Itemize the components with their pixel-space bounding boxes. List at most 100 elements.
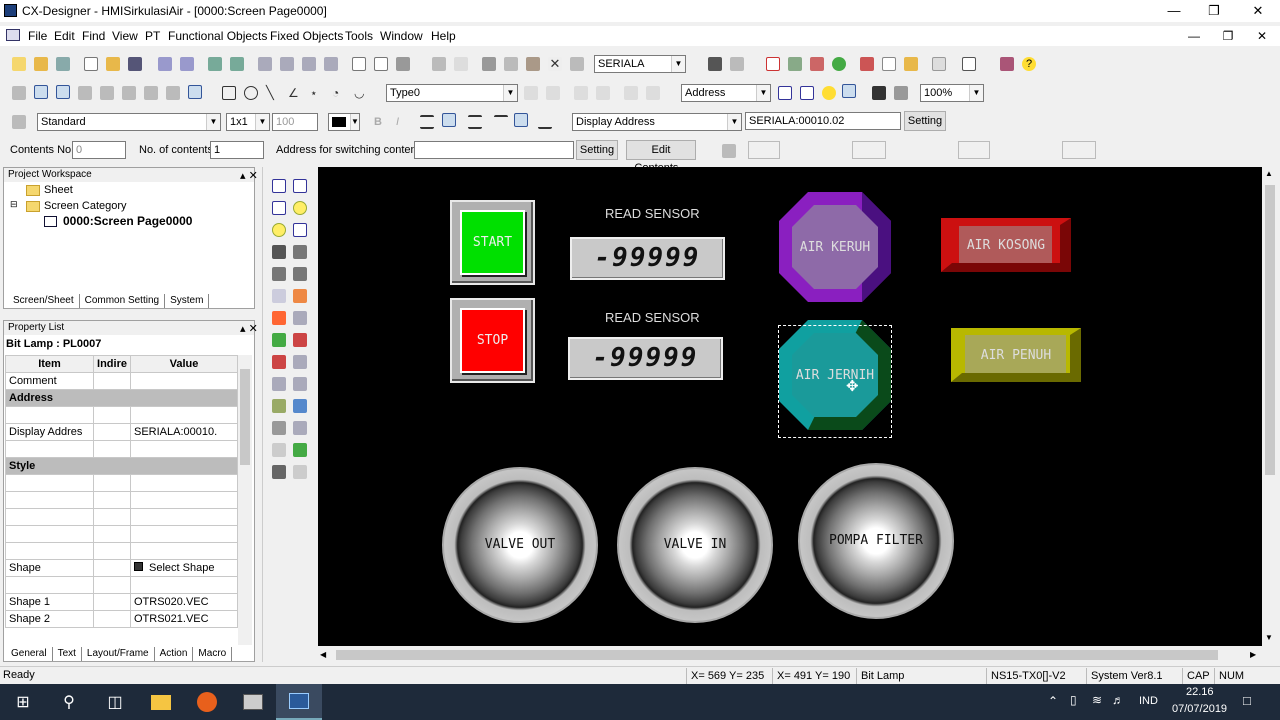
chart-icon[interactable] [293, 377, 307, 391]
valve-out-button[interactable]: VALVE OUT [442, 467, 598, 623]
analog-meter-icon[interactable] [272, 333, 286, 347]
italic-icon[interactable]: I [396, 116, 399, 128]
screen-canvas[interactable]: START STOP READ SENSOR -99999 READ SENSO… [318, 167, 1262, 646]
tray-chevron-icon[interactable]: ⌃ [1048, 694, 1058, 708]
menu-functional-objects[interactable]: Functional Objects [168, 29, 267, 43]
run-icon[interactable] [832, 57, 846, 71]
scroll-thumb[interactable] [240, 369, 250, 465]
frame-icon[interactable] [293, 443, 307, 457]
find-icon[interactable] [708, 57, 722, 71]
mdi-minimize-button[interactable]: — [1180, 28, 1208, 44]
tool9-icon[interactable] [932, 57, 946, 71]
new-project-icon[interactable] [12, 57, 26, 71]
align-center-icon[interactable] [442, 113, 456, 127]
tool7-icon[interactable] [860, 57, 874, 71]
align-icon[interactable] [12, 86, 26, 100]
prop-row[interactable] [5, 474, 238, 492]
prop-row[interactable] [5, 525, 238, 543]
tool13-icon[interactable] [144, 86, 158, 100]
transfer-icon[interactable] [208, 57, 222, 71]
file-explorer-icon[interactable] [138, 684, 184, 720]
tree-expander[interactable]: ⊟ [10, 199, 18, 210]
data-log-icon[interactable] [293, 333, 307, 347]
tab-action[interactable]: Action [155, 647, 194, 661]
scroll-left-icon[interactable]: ◀ [320, 650, 326, 659]
stop-button[interactable]: STOP [450, 298, 535, 383]
sensor-display-2[interactable]: -99999 [568, 337, 723, 380]
color-select[interactable]: ▼ [328, 113, 360, 131]
tool6-icon[interactable] [810, 57, 824, 71]
wifi-icon[interactable]: ≋ [1092, 693, 1102, 707]
property-close-icon[interactable]: ▴ ✕ [240, 322, 258, 335]
prop-value[interactable]: Select Shape [130, 559, 238, 577]
tool17-icon[interactable] [872, 86, 886, 100]
prop-row[interactable] [5, 406, 238, 424]
battery-icon[interactable]: ▯ [1070, 693, 1077, 707]
paste-icon[interactable] [526, 57, 540, 71]
prop-row[interactable] [5, 491, 238, 509]
search-icon[interactable]: ⚲ [46, 684, 92, 720]
align-left-icon[interactable] [420, 115, 434, 129]
folder-icon[interactable] [904, 57, 918, 71]
scale-select[interactable]: 1x1 ▼ [226, 113, 270, 131]
workspace-close-icon[interactable]: ▴ ✕ [240, 169, 258, 182]
arc-icon[interactable]: ◡ [354, 86, 368, 100]
text-display-icon[interactable] [272, 289, 286, 303]
prop-row[interactable] [5, 576, 238, 594]
type-select[interactable]: Type0 ▼ [386, 84, 518, 102]
word-button-icon[interactable] [293, 179, 307, 193]
menu-help[interactable]: Help [431, 29, 456, 43]
clock-date[interactable]: 07/07/2019 [1172, 703, 1227, 715]
adr-icon[interactable] [778, 86, 792, 100]
label-icon-6[interactable] [646, 86, 660, 100]
tool16-icon[interactable] [842, 84, 856, 98]
align-right-icon[interactable] [468, 115, 482, 129]
color-select-2[interactable] [852, 141, 886, 159]
color-select-4[interactable] [1062, 141, 1096, 159]
paint-icon[interactable] [12, 115, 26, 129]
address-field[interactable]: SERIALA:00010.02 [745, 112, 901, 130]
numeral-display-icon[interactable] [272, 245, 286, 259]
label-icon-5[interactable] [624, 86, 638, 100]
open-screen-icon[interactable] [106, 57, 120, 71]
tool1-icon[interactable] [258, 57, 272, 71]
tool8-icon[interactable] [882, 57, 896, 71]
pompa-filter-button[interactable]: POMPA FILTER [798, 463, 954, 619]
prop-row[interactable]: Shape Select Shape [5, 559, 238, 577]
edit-icon[interactable] [158, 57, 172, 71]
new-screen-icon[interactable] [84, 57, 98, 71]
replace-icon[interactable] [730, 57, 744, 71]
save-all-icon[interactable] [56, 57, 70, 71]
tree-item-sheet[interactable]: Sheet [44, 184, 73, 196]
display-address-select[interactable]: Display Address ▼ [572, 113, 742, 131]
table-tool-icon[interactable] [56, 85, 70, 99]
switch-address-field[interactable] [414, 141, 574, 159]
tool14-icon[interactable] [166, 86, 180, 100]
close-button[interactable]: ✕ [1240, 2, 1276, 20]
label-icon-4[interactable] [596, 86, 610, 100]
prop-row[interactable]: Shape 2 OTRS021.VEC [5, 610, 238, 628]
bulb-icon[interactable] [822, 86, 836, 100]
tool4-icon[interactable] [324, 57, 338, 71]
open-icon[interactable] [34, 57, 48, 71]
prop-value[interactable]: OTRS020.VEC [130, 593, 238, 611]
line-icon[interactable]: ╲ [266, 86, 280, 100]
contents-no-field[interactable]: 0 [72, 141, 126, 159]
volume-icon[interactable]: ♬ [1112, 693, 1124, 707]
contents-setting-button[interactable]: Setting [576, 140, 618, 160]
list-selector-icon[interactable] [293, 267, 307, 281]
help-icon[interactable]: ? [1022, 57, 1036, 71]
cx-designer-icon[interactable] [276, 684, 322, 720]
word-lamp-icon[interactable] [272, 223, 286, 237]
prop-value[interactable]: OTRS021.VEC [130, 610, 238, 628]
tab-text[interactable]: Text [53, 647, 82, 661]
color-select-1[interactable] [748, 141, 780, 159]
menu-view[interactable]: View [112, 29, 138, 43]
restore-button[interactable]: ❐ [1196, 2, 1232, 20]
video-icon[interactable] [272, 355, 286, 369]
mdi-restore-button[interactable]: ❐ [1214, 28, 1242, 44]
copy-screen-icon[interactable] [180, 57, 194, 71]
page-icon[interactable] [352, 57, 366, 71]
date-icon[interactable] [293, 355, 307, 369]
vscroll-thumb[interactable] [1265, 185, 1275, 475]
